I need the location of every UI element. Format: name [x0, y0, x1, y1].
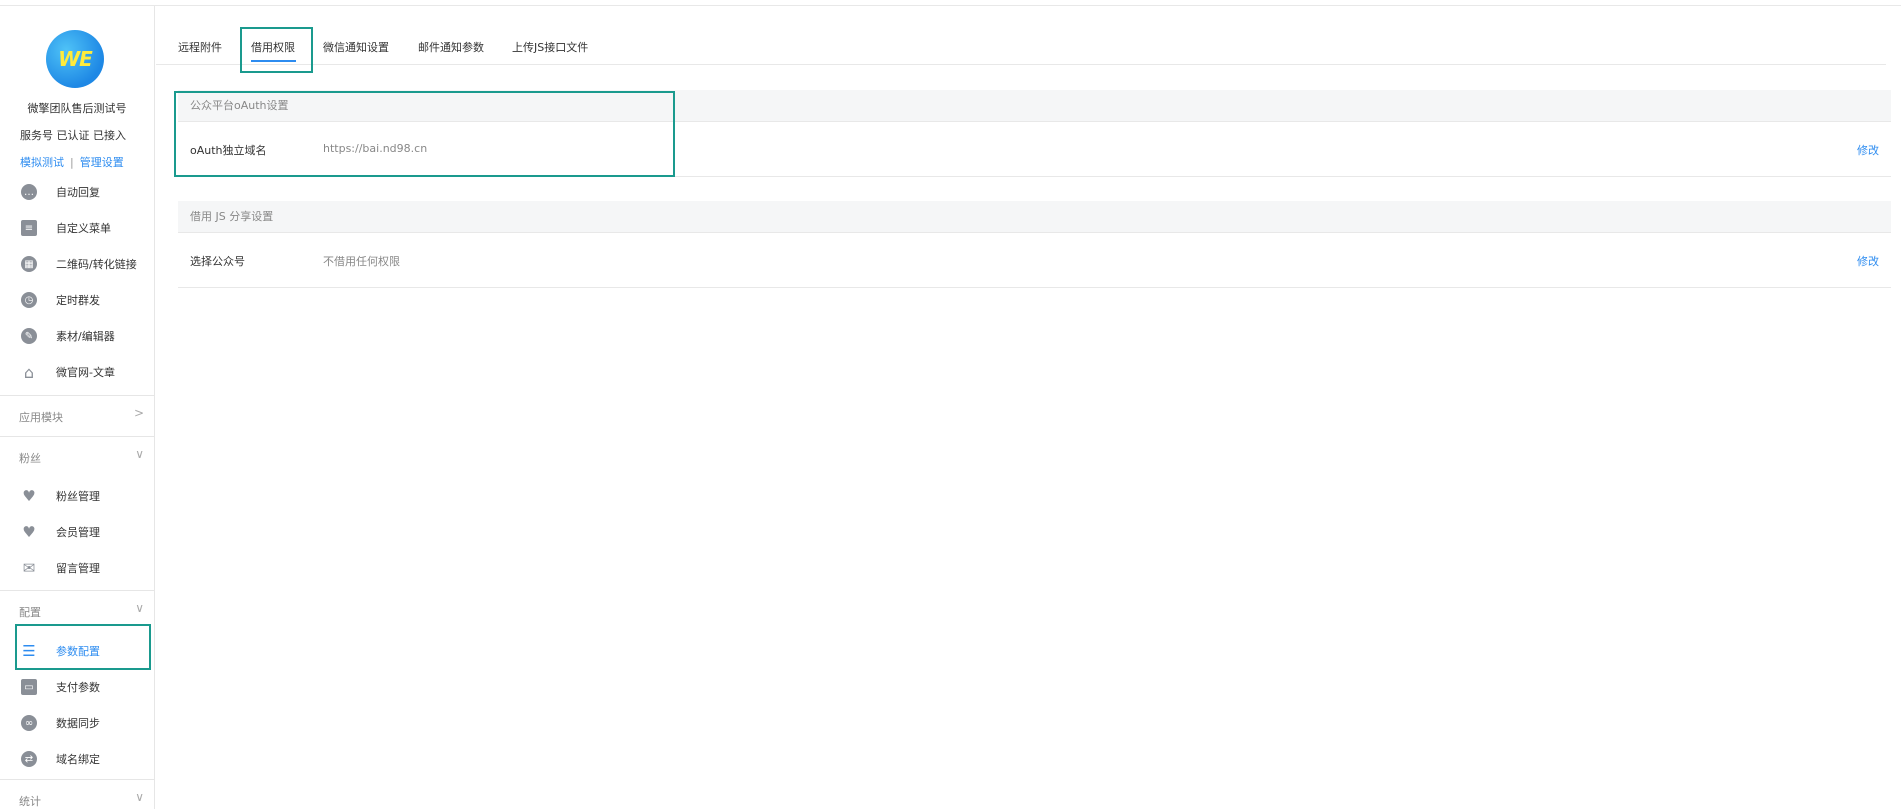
- edit-oauth-link[interactable]: 修改: [1857, 142, 1879, 158]
- top-bar: [0, 0, 1901, 6]
- sidebar-item-scheduled-send[interactable]: ◷ 定时群发: [0, 282, 154, 318]
- heart-icon: ♥: [22, 523, 36, 541]
- sidebar-item-label: 自动回复: [56, 186, 100, 199]
- section-title: 粉丝: [19, 452, 41, 465]
- panel-js-share: 借用 JS 分享设置 选择公众号 不借用任何权限 修改: [178, 201, 1891, 288]
- sidebar-item-label: 微官网-文章: [56, 366, 115, 379]
- account-name: 微擎团队售后测试号: [27, 102, 127, 115]
- sidebar-item-auto-reply[interactable]: … 自动回复: [0, 174, 154, 210]
- chat-icon: …: [21, 184, 37, 200]
- section-stats[interactable]: 统计 ∨: [0, 779, 154, 809]
- sidebar-item-label: 素材/编辑器: [56, 330, 115, 343]
- chevron-down-icon: ∨: [135, 601, 144, 615]
- section-fans[interactable]: 粉丝 ∨: [0, 436, 154, 477]
- setting-key: 选择公众号: [190, 255, 245, 268]
- sidebar-item-label: 二维码/转化链接: [56, 258, 137, 271]
- sidebar-item-label: 域名绑定: [56, 753, 100, 766]
- sidebar-item-label: 会员管理: [56, 526, 100, 539]
- simulate-test-link[interactable]: 模拟测试: [20, 156, 64, 169]
- pen-icon: ✎: [21, 328, 37, 344]
- sidebar-item-payment-params[interactable]: ▭ 支付参数: [0, 669, 154, 705]
- sidebar-item-label: 粉丝管理: [56, 490, 100, 503]
- sidebar-item-material-editor[interactable]: ✎ 素材/编辑器: [0, 318, 154, 354]
- section-title: 应用模块: [19, 411, 63, 424]
- card-icon: ▭: [21, 679, 37, 695]
- heart-icon: ♥: [22, 487, 36, 505]
- tab-remote-attachment[interactable]: 远程附件: [178, 39, 222, 55]
- tab-bar: 远程附件 借用权限 微信通知设置 邮件通知参数 上传JS接口文件: [156, 30, 1886, 65]
- highlight-box-sidebar: [15, 624, 151, 670]
- sidebar-item-label: 留言管理: [56, 562, 100, 575]
- bind-icon: ⇄: [21, 751, 37, 767]
- chevron-right-icon: >: [133, 406, 144, 420]
- qrcode-icon: ▦: [21, 256, 37, 272]
- sidebar-item-micro-site[interactable]: ⌂ 微官网-文章: [0, 354, 154, 390]
- chevron-down-icon: ∨: [135, 447, 144, 461]
- sidebar-item-label: 自定义菜单: [56, 222, 111, 235]
- section-title: 统计: [19, 795, 41, 808]
- sidebar-item-domain-binding[interactable]: ⇄ 域名绑定: [0, 741, 154, 777]
- sidebar-item-member-management[interactable]: ♥ 会员管理: [0, 514, 154, 550]
- highlight-box-tab: [240, 27, 313, 73]
- tab-wechat-notify[interactable]: 微信通知设置: [323, 39, 389, 55]
- link-separator: |: [70, 156, 74, 169]
- sidebar-item-message-management[interactable]: ✉ 留言管理: [0, 550, 154, 586]
- highlight-box-oauth: [174, 91, 675, 177]
- sidebar-item-label: 支付参数: [56, 681, 100, 694]
- sidebar: WE 微擎团队售后测试号 服务号 已认证 已接入 模拟测试 | 管理设置 … 自动回…: [0, 6, 155, 809]
- section-title: 配置: [19, 606, 41, 619]
- document-icon: ≡: [21, 220, 37, 236]
- mail-icon: ✉: [22, 559, 36, 577]
- clock-icon: ◷: [21, 292, 37, 308]
- account-links: 模拟测试 | 管理设置: [20, 154, 124, 170]
- sidebar-item-data-sync[interactable]: ∞ 数据同步: [0, 705, 154, 741]
- tab-mail-notify[interactable]: 邮件通知参数: [418, 39, 484, 55]
- chevron-down-icon: ∨: [135, 790, 144, 804]
- section-app-modules[interactable]: 应用模块 >: [0, 395, 154, 436]
- tab-upload-js[interactable]: 上传JS接口文件: [512, 39, 588, 55]
- sidebar-item-label: 数据同步: [56, 717, 100, 730]
- account-status: 服务号 已认证 已接入: [20, 129, 126, 142]
- setting-row: 选择公众号 不借用任何权限 修改: [178, 233, 1891, 288]
- setting-value: 不借用任何权限: [323, 255, 400, 268]
- manage-settings-link[interactable]: 管理设置: [80, 156, 124, 169]
- panel-title: 借用 JS 分享设置: [178, 201, 1891, 233]
- sidebar-item-qrcode[interactable]: ▦ 二维码/转化链接: [0, 246, 154, 282]
- link-icon: ∞: [21, 715, 37, 731]
- account-logo: WE: [46, 30, 104, 88]
- home-icon: ⌂: [23, 362, 35, 382]
- sidebar-item-label: 定时群发: [56, 294, 100, 307]
- edit-js-share-link[interactable]: 修改: [1857, 253, 1879, 269]
- sidebar-item-custom-menu[interactable]: ≡ 自定义菜单: [0, 210, 154, 246]
- sidebar-item-fans-management[interactable]: ♥ 粉丝管理: [0, 478, 154, 514]
